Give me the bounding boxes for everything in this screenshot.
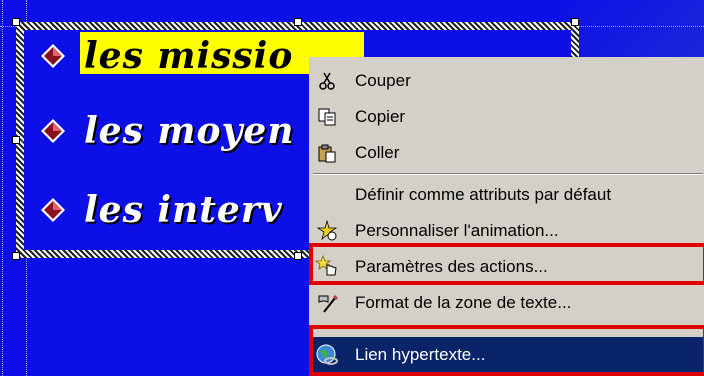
resize-handle-ne[interactable] [571,18,579,26]
diamond-bullet-icon [41,119,65,143]
menu-separator [313,327,703,329]
menu-item-label: Personnaliser l'animation... [355,221,559,240]
context-menu: Couper Copier Coller Définir comme attri… [309,57,704,376]
menu-item-label: Coller [355,143,400,162]
format-textbox-icon [315,291,339,315]
menu-item-coller[interactable]: Coller [309,135,704,171]
menu-item-personnaliser-animation[interactable]: Personnaliser l'animation... [309,213,704,249]
resize-handle-s[interactable] [294,252,302,260]
menu-separator [313,173,703,175]
menu-item-label: Paramètres des actions... [355,257,548,276]
slide-line-1[interactable]: les missio [84,34,293,78]
slide-line-2[interactable]: les moyen [84,109,294,153]
menu-item-lien-hypertexte[interactable]: Lien hypertexte... [309,337,704,373]
diamond-bullet-icon [41,44,65,68]
slide-line-3[interactable]: les interv [84,188,283,232]
menu-item-parametres-actions[interactable]: Paramètres des actions... [309,249,704,285]
menu-item-copier[interactable]: Copier [309,99,704,135]
scissors-icon [315,69,339,93]
menu-item-couper[interactable]: Couper [309,63,704,99]
resize-handle-nw[interactable] [12,18,20,26]
star-hand-icon [315,255,339,279]
guide-line-vertical-left [2,0,3,376]
resize-handle-sw[interactable] [12,252,20,260]
animation-icon [315,219,339,243]
globe-link-icon [315,343,339,367]
diamond-bullet-icon [41,198,65,222]
menu-item-definir-attributs[interactable]: Définir comme attributs par défaut [309,177,704,213]
menu-item-label: Lien hypertexte... [355,345,486,364]
paste-icon [315,141,339,165]
copy-icon [315,105,339,129]
menu-item-label: Format de la zone de texte... [355,293,572,312]
resize-handle-n[interactable] [294,18,302,26]
menu-item-format-zone-texte[interactable]: Format de la zone de texte... [309,285,704,321]
menu-item-label: Couper [355,71,411,90]
resize-handle-w[interactable] [12,136,20,144]
menu-item-label: Définir comme attributs par défaut [355,185,612,204]
menu-item-label: Copier [355,107,406,126]
